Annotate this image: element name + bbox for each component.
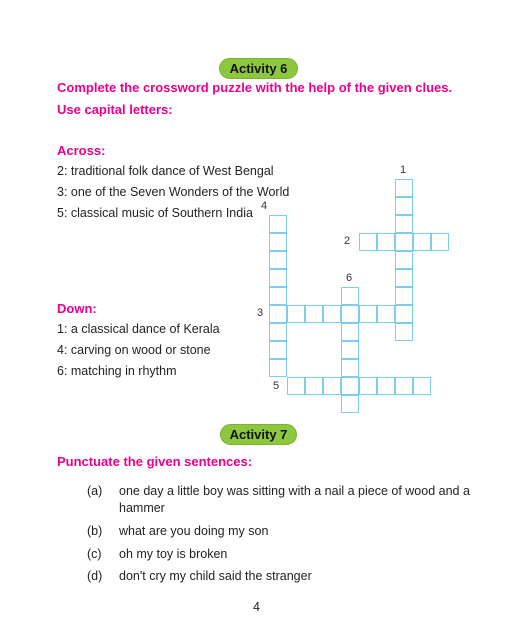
crossword-cell[interactable] bbox=[323, 305, 341, 323]
down-heading: Down: bbox=[57, 301, 97, 316]
crossword-cell[interactable] bbox=[269, 341, 287, 359]
crossword-cell[interactable] bbox=[413, 233, 431, 251]
crossword-cell[interactable] bbox=[413, 377, 431, 395]
crossword-cell[interactable] bbox=[395, 269, 413, 287]
crossword-cell[interactable] bbox=[341, 341, 359, 359]
crossword-cell[interactable] bbox=[341, 287, 359, 305]
sentence-b-label: (b) bbox=[87, 524, 103, 538]
down-clue-6: 6: matching in rhythm bbox=[57, 364, 177, 378]
crossword-cell[interactable] bbox=[269, 251, 287, 269]
crossword-cell[interactable] bbox=[341, 305, 359, 323]
crossword-cell[interactable] bbox=[431, 233, 449, 251]
crossword-cell[interactable] bbox=[395, 305, 413, 323]
sentence-c-label: (c) bbox=[87, 547, 102, 561]
activity-7-instruction: Punctuate the given sentences: bbox=[57, 454, 253, 469]
sentence-a-text: one day a little boy was sitting with a … bbox=[119, 484, 470, 498]
sentence-c-text: oh my toy is broken bbox=[119, 547, 228, 561]
sentence-b-text: what are you doing my son bbox=[119, 524, 269, 538]
crossword-cell[interactable] bbox=[269, 233, 287, 251]
sentence-d: (d) don't cry my child said the stranger bbox=[87, 569, 312, 583]
crossword-cell[interactable] bbox=[395, 197, 413, 215]
across-clue-5: 5: classical music of Southern India bbox=[57, 206, 253, 220]
clue-number-6: 6 bbox=[346, 272, 353, 284]
crossword-cell[interactable] bbox=[359, 233, 377, 251]
crossword-cell[interactable] bbox=[269, 215, 287, 233]
crossword-cell[interactable] bbox=[395, 287, 413, 305]
crossword-cell[interactable] bbox=[359, 305, 377, 323]
crossword-cell[interactable] bbox=[377, 377, 395, 395]
sentence-d-label: (d) bbox=[87, 569, 103, 583]
crossword-cell[interactable] bbox=[395, 251, 413, 269]
down-clue-1: 1: a classical dance of Kerala bbox=[57, 322, 220, 336]
instruction-line-1: Complete the crossword puzzle with the h… bbox=[57, 80, 453, 95]
clue-number-2: 2 bbox=[344, 235, 351, 247]
activity-6-badge: Activity 6 bbox=[219, 58, 298, 79]
crossword-cell[interactable] bbox=[341, 377, 359, 395]
across-clue-2: 2: traditional folk dance of West Bengal bbox=[57, 164, 274, 178]
sentence-a-label: (a) bbox=[87, 484, 103, 498]
crossword-cell[interactable] bbox=[269, 287, 287, 305]
crossword-cell[interactable] bbox=[341, 323, 359, 341]
crossword-cell[interactable] bbox=[377, 233, 395, 251]
across-clue-3: 3: one of the Seven Wonders of the World bbox=[57, 185, 290, 199]
page-number: 4 bbox=[253, 600, 260, 614]
clue-number-3: 3 bbox=[257, 307, 264, 319]
clue-number-5: 5 bbox=[273, 380, 280, 392]
activity-7-label: Activity 7 bbox=[229, 427, 288, 442]
across-heading: Across: bbox=[57, 143, 106, 158]
clue-number-1: 1 bbox=[400, 164, 407, 176]
sentence-d-text: don't cry my child said the stranger bbox=[119, 569, 312, 583]
crossword-cell[interactable] bbox=[287, 305, 305, 323]
sentence-b: (b) what are you doing my son bbox=[87, 524, 268, 538]
crossword-cell[interactable] bbox=[341, 359, 359, 377]
crossword-cell[interactable] bbox=[269, 305, 287, 323]
crossword-cell[interactable] bbox=[305, 305, 323, 323]
crossword-cell[interactable] bbox=[395, 377, 413, 395]
crossword-cell[interactable] bbox=[287, 377, 305, 395]
crossword-cell[interactable] bbox=[395, 233, 413, 251]
crossword-cell[interactable] bbox=[395, 179, 413, 197]
activity-6-label: Activity 6 bbox=[229, 61, 288, 76]
crossword-cell[interactable] bbox=[377, 305, 395, 323]
crossword-cell[interactable] bbox=[323, 377, 341, 395]
down-clue-4: 4: carving on wood or stone bbox=[57, 343, 211, 357]
crossword-cell[interactable] bbox=[269, 359, 287, 377]
activity-7-badge: Activity 7 bbox=[220, 424, 297, 445]
crossword-cell[interactable] bbox=[269, 323, 287, 341]
sentence-a: (a) one day a little boy was sitting with… bbox=[87, 484, 470, 498]
crossword-cell[interactable] bbox=[395, 323, 413, 341]
sentence-c: (c) oh my toy is broken bbox=[87, 547, 227, 561]
crossword-cell[interactable] bbox=[269, 269, 287, 287]
sentence-a-continued: hammer bbox=[119, 501, 165, 515]
crossword-cell[interactable] bbox=[359, 377, 377, 395]
crossword-cell[interactable] bbox=[395, 215, 413, 233]
crossword-cell[interactable] bbox=[341, 395, 359, 413]
clue-number-4: 4 bbox=[261, 200, 268, 212]
instruction-line-2: Use capital letters: bbox=[57, 102, 173, 117]
crossword-cell[interactable] bbox=[305, 377, 323, 395]
